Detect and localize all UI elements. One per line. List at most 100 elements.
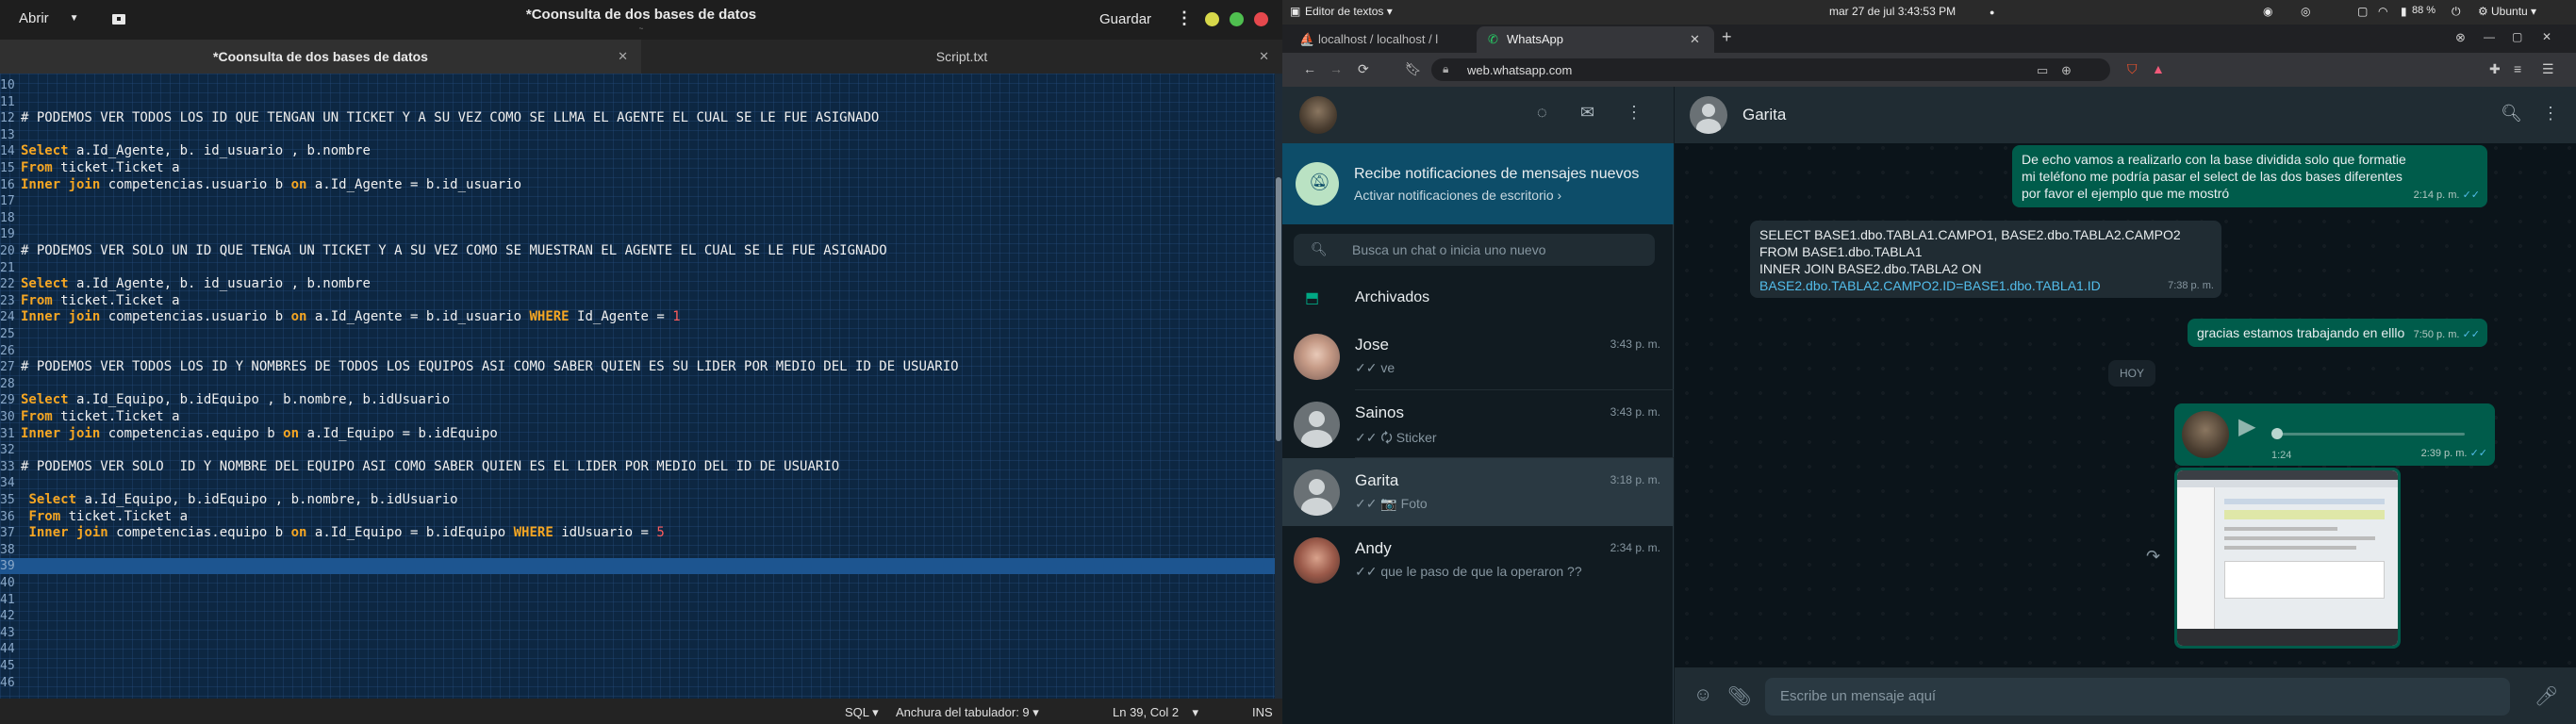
distro-label[interactable]: Ubuntu ▾ [2491,5,2536,18]
code-line[interactable]: 44 [0,641,1275,657]
bookmark-icon[interactable]: 🔖︎ [1405,61,1422,77]
code-line[interactable]: 28 [0,376,1275,392]
image-message[interactable] [2174,468,2401,649]
message-incoming[interactable]: SELECT BASE1.dbo.TABLA1.CAMPO1, BASE2.db… [1750,221,2221,298]
code-line[interactable]: 30 From ticket.Ticket a [0,409,1275,425]
tab-width-selector[interactable]: Anchura del tabulador: 9 ▾ [896,705,1039,720]
code-line[interactable]: 16 Inner join competencias.usuario b on a… [0,177,1275,193]
code-line[interactable]: 13 [0,127,1275,143]
camera-blocked-icon[interactable]: ▭ [2037,63,2048,78]
chat-item-sainos[interactable]: Sainos 3:43 p. m. ✓✓ 🗘 Sticker [1282,390,1674,458]
power-icon[interactable]: ⏻ [2452,5,2461,19]
code-line[interactable]: 45 [0,658,1275,674]
code-line[interactable]: 25 [0,326,1275,342]
brave-rewards-icon[interactable]: ▲ [2152,61,2165,76]
status-icon[interactable]: ◌ [1537,103,1547,123]
attach-icon[interactable]: 📎︎ [1727,684,1751,708]
notification-banner[interactable]: 🔕︎ Recibe notificaciones de mensajes nue… [1282,143,1674,224]
browser-menu-icon[interactable]: ☰ [2542,61,2554,77]
chat-item-andy[interactable]: Andy 2:34 p. m. ✓✓ que le paso de que la… [1282,526,1674,594]
code-line[interactable]: 31 Inner join competencias.equipo b on a.… [0,426,1275,442]
code-line[interactable]: 38 [0,542,1275,558]
code-line[interactable]: 20 # PODEMOS VER SOLO UN ID QUE TENGA UN … [0,243,1275,259]
extensions-icon[interactable]: ✚ [2489,61,2501,77]
code-line[interactable]: 27 # PODEMOS VER TODOS LOS ID Y NOMBRES D… [0,359,1275,375]
address-bar[interactable]: 🔒︎ web.whatsapp.com ▭ ⊕ [1431,58,2110,81]
clock[interactable]: mar 27 de jul 3:43:53 PM [1829,5,1956,18]
code-line[interactable]: 46 [0,675,1275,691]
code-line[interactable]: 18 [0,210,1275,226]
reload-icon[interactable]: ⟳ [1358,61,1369,77]
chat-item-garita[interactable]: Garita 3:18 p. m. ✓✓ 📷 Foto [1282,458,1674,526]
code-line[interactable]: 36 From ticket.Ticket a [0,509,1275,525]
tab-consulta[interactable]: *Coonsulta de dos bases de datos ✕ [0,40,641,74]
code-line[interactable]: 17 [0,193,1275,209]
message-input[interactable]: Escribe un mensaje aquí [1765,678,2510,716]
code-line[interactable]: 24 Inner join competencias.usuario b on a… [0,309,1275,325]
code-line[interactable]: 14 Select a.Id_Agente, b. id_usuario , b.… [0,143,1275,159]
code-line[interactable]: 15 From ticket.Ticket a [0,160,1275,176]
tab-search-icon[interactable]: ⊗ [2455,30,2466,45]
code-line[interactable]: 11 [0,94,1275,110]
new-tab-icon[interactable]: + [1722,27,1732,47]
forward-icon[interactable]: → [1329,61,1343,76]
maximize-icon[interactable] [1230,12,1244,26]
maximize-icon[interactable]: ▢ [2512,30,2522,43]
chat-item-jose[interactable]: Jose 3:43 p. m. ✓✓ ve [1282,322,1674,390]
message-outgoing[interactable]: De echo vamos a realizarlo con la base d… [2012,145,2487,207]
code-line[interactable]: 33 # PODEMOS VER SOLO ID Y NOMBRE DEL EQU… [0,459,1275,475]
play-icon[interactable]: ▶ [2238,416,2255,438]
voice-message[interactable]: ▶ 1:24 2:39 p. m. ✓✓ [2174,403,2495,466]
editor-scrollbar[interactable] [1275,74,1282,699]
message-link[interactable]: BASE2.dbo.TABLA2.CAMPO2.ID=BASE1.dbo.TAB… [1759,277,2212,294]
app-menu-icon[interactable]: ▣ [1290,5,1300,18]
code-line[interactable]: 42 [0,608,1275,624]
close-tab-icon[interactable]: ✕ [1690,32,1700,47]
microphone-icon[interactable]: 🎤︎ [2535,684,2558,708]
archived-row[interactable]: ⬒ Archivados [1282,275,1674,322]
tab-whatsapp[interactable]: ✆ WhatsApp ✕ [1477,26,1714,53]
cursor-position[interactable]: Ln 39, Col 2 ▾ [1113,705,1198,720]
tray-icon[interactable]: ◉ [2263,5,2272,18]
code-line[interactable]: 37 Inner join competencias.equipo b on a… [0,525,1275,541]
zoom-icon[interactable]: ⊕ [2061,63,2072,78]
chat-search-input[interactable]: 🔍︎ Busca un chat o inicia uno nuevo [1294,234,1655,266]
code-line[interactable]: 10 [0,77,1275,93]
forward-icon[interactable]: ↷ [2146,547,2160,567]
code-line[interactable]: 41 [0,592,1275,608]
playlist-icon[interactable]: ≡ [2514,61,2521,76]
tray-icon[interactable]: ◎ [2301,5,2310,18]
new-chat-icon[interactable]: ✉ [1580,103,1594,123]
code-line[interactable]: 19 [0,226,1275,242]
code-line[interactable]: 22 Select a.Id_Agente, b. id_usuario , b.… [0,276,1275,292]
language-selector[interactable]: SQL ▾ [845,705,879,720]
brave-shield-icon[interactable]: ⛉ [2127,61,2138,77]
tab-phpmyadmin[interactable]: ⛵ localhost / localhost / l [1299,26,1475,53]
system-menu-icon[interactable]: ⚙ [2478,5,2488,18]
code-line[interactable]: 40 [0,575,1275,591]
close-window-icon[interactable]: ✕ [2542,30,2551,43]
screenshot-thumbnail[interactable] [2177,470,2398,646]
code-line[interactable]: 32 [0,442,1275,458]
close-tab-icon[interactable]: ✕ [618,49,628,64]
code-line[interactable]: 26 [0,343,1275,359]
code-line[interactable]: 21 [0,260,1275,276]
code-line[interactable]: 12 # PODEMOS VER TODOS LOS ID QUE TENGAN … [0,110,1275,126]
scrollbar-thumb[interactable] [1276,177,1281,441]
audio-progress[interactable] [2276,433,2465,436]
code-editor[interactable]: 10 11 12 # PODEMOS VER TODOS LOS ID QUE TEN… [0,74,1282,699]
code-line[interactable]: 29 Select a.Id_Equipo, b.idEquipo , b.nom… [0,392,1275,408]
minimize-icon[interactable]: — [2484,30,2495,43]
search-icon[interactable]: 🔍︎ [2501,104,2522,123]
window-icon[interactable]: ▢ [2357,5,2368,18]
emoji-icon[interactable]: ☺ [1693,684,1712,706]
contact-avatar[interactable] [1690,96,1727,134]
my-avatar[interactable] [1299,96,1337,134]
tab-script[interactable]: Script.txt ✕ [641,40,1282,74]
close-tab-icon[interactable]: ✕ [1259,49,1269,64]
code-line[interactable]: 43 [0,625,1275,641]
menu-icon[interactable]: ⋮ [1626,103,1643,123]
message-outgoing[interactable]: gracias estamos trabajando en elllo 7:50… [2188,319,2487,347]
code-line[interactable]: 34 [0,475,1275,491]
save-button[interactable]: Guardar [1099,11,1151,27]
